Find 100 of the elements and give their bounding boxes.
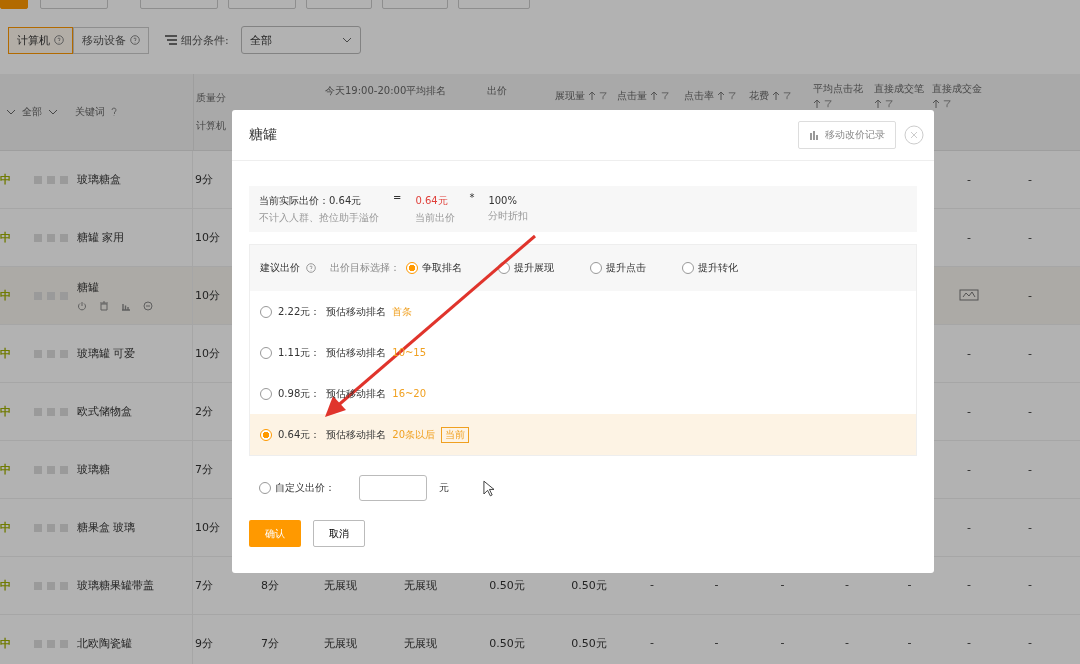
- square-icon: [60, 407, 68, 416]
- table-cell-text: -: [966, 636, 972, 651]
- table-cell-text: 0.50元: [488, 578, 526, 593]
- column-subheader: 计算机: [196, 119, 227, 133]
- sort-icon[interactable]: [717, 90, 725, 101]
- unit-text: 元: [439, 481, 449, 495]
- column-header[interactable]: 展现量: [555, 88, 585, 103]
- sort-icon[interactable]: [772, 90, 780, 101]
- square-icon: [47, 175, 55, 184]
- column-header[interactable]: 点击率: [684, 88, 714, 103]
- status-text: 中: [0, 578, 12, 593]
- history-button[interactable]: 移动改价记录: [798, 121, 896, 149]
- custom-bid-radio[interactable]: 自定义出价：: [259, 481, 335, 495]
- table-cell-text: -: [966, 405, 972, 418]
- table-cell-text: -: [966, 521, 972, 534]
- delete-icon[interactable]: [99, 301, 109, 311]
- column-header[interactable]: 平均点击花: [813, 82, 863, 96]
- column-header[interactable]: 全部: [22, 105, 42, 119]
- option-text: 预估移动排名: [326, 345, 387, 360]
- square-icon: [47, 465, 55, 474]
- segment-select[interactable]: 全部: [240, 26, 361, 54]
- sort-icon[interactable]: [874, 99, 882, 109]
- sort-icon[interactable]: [588, 90, 596, 101]
- column-header: 出价: [487, 85, 507, 96]
- square-icon: [47, 349, 55, 358]
- keyword-text: 玻璃糖盒: [77, 172, 122, 187]
- device-tab[interactable]: 移动设备: [73, 26, 149, 54]
- table-cell-text: 无展现: [402, 636, 438, 651]
- table-cell-text: 10分: [194, 230, 221, 245]
- discount-text: 100%: [488, 195, 518, 206]
- keyword-text: 玻璃糖: [77, 462, 111, 477]
- table-cell-text: 7分: [260, 636, 280, 651]
- actual-bid-text: 当前实际出价：0.64元: [259, 193, 363, 208]
- table-cell-text: 8分: [260, 578, 280, 593]
- status-text: 中: [0, 462, 12, 477]
- radio-button[interactable]: [260, 428, 272, 441]
- rank-text: 20条以后: [392, 427, 435, 442]
- column-header[interactable]: 点击量: [617, 88, 647, 103]
- table-cell-text: -: [1027, 521, 1033, 534]
- table-cell-text: 7分: [194, 578, 214, 593]
- table-cell-text: 9分: [194, 172, 214, 187]
- power-icon[interactable]: [77, 301, 87, 311]
- report-icon[interactable]: [959, 289, 979, 301]
- bar-chart-icon[interactable]: [121, 301, 131, 311]
- table-cell-text: -: [649, 578, 655, 593]
- filter-label: 细分条件:: [181, 32, 229, 48]
- cancel-button[interactable]: 取消: [313, 520, 365, 547]
- table-cell-text: -: [1027, 347, 1033, 360]
- column-header[interactable]: 花费: [749, 88, 769, 103]
- square-icon: [47, 523, 55, 532]
- bid-input[interactable]: [359, 475, 427, 501]
- current-tag: 当前: [441, 426, 469, 443]
- column-header: 关键词: [75, 105, 105, 119]
- table-cell-text: -: [966, 347, 972, 360]
- status-text: 中: [0, 230, 12, 245]
- bid-option[interactable]: 0.64元： 预估移动排名 20条以后 当前: [250, 414, 916, 455]
- column-header: 质量分: [196, 91, 227, 105]
- table-cell-text: 7分: [194, 462, 214, 477]
- option-text: 预估移动排名: [326, 427, 387, 442]
- goal-radio[interactable]: 争取排名: [406, 261, 462, 275]
- status-text: 中: [0, 172, 12, 187]
- sort-icon[interactable]: [813, 99, 821, 109]
- bid-option[interactable]: 2.22元： 预估移动排名 首条: [250, 291, 916, 332]
- table-cell-text: -: [1027, 463, 1033, 476]
- minus-circle-icon[interactable]: [143, 301, 153, 311]
- square-icon: [47, 407, 55, 416]
- column-header[interactable]: 直接成交金: [932, 82, 982, 96]
- table-cell-text: 10分: [194, 288, 221, 303]
- bar-chart-icon: [809, 130, 819, 140]
- goal-radio[interactable]: 提升转化: [682, 261, 738, 275]
- close-icon[interactable]: [904, 125, 924, 145]
- goal-radio[interactable]: 提升点击: [590, 261, 646, 275]
- square-icon: [34, 639, 42, 648]
- column-header[interactable]: 直接成交笔: [874, 82, 924, 96]
- sort-icon[interactable]: [932, 99, 940, 109]
- device-tab[interactable]: 计算机: [8, 26, 73, 54]
- help-icon: [54, 35, 64, 45]
- table-cell-text: -: [966, 578, 972, 593]
- square-icon: [60, 581, 68, 590]
- column-header: 今天19:00-20:00平均排名: [325, 85, 447, 96]
- help-icon: [306, 263, 316, 273]
- keyword-text: 糖罐 家用: [77, 230, 126, 245]
- table-cell-text: 10分: [194, 346, 221, 361]
- table-cell-text: -: [844, 578, 850, 593]
- note-text: 当前出价: [415, 210, 456, 225]
- dialog-title: 糖罐: [249, 126, 278, 144]
- table-cell-text: -: [1027, 578, 1033, 593]
- table-cell-text: -: [1027, 289, 1033, 302]
- keyword-text: 玻璃糖果罐带盖: [77, 578, 155, 593]
- sort-icon[interactable]: [650, 90, 658, 101]
- equals-sign: =: [393, 192, 402, 203]
- status-text: 中: [0, 346, 12, 361]
- square-icon: [34, 233, 42, 242]
- status-text: 中: [0, 288, 12, 303]
- keyword-text: 欧式储物盒: [77, 404, 133, 419]
- rank-text: 16~20: [392, 388, 427, 399]
- goal-radio[interactable]: 提升展现: [498, 261, 554, 275]
- keyword-text: 北欧陶瓷罐: [77, 636, 133, 651]
- option-price: 0.98元：: [278, 386, 321, 401]
- square-icon: [34, 349, 42, 358]
